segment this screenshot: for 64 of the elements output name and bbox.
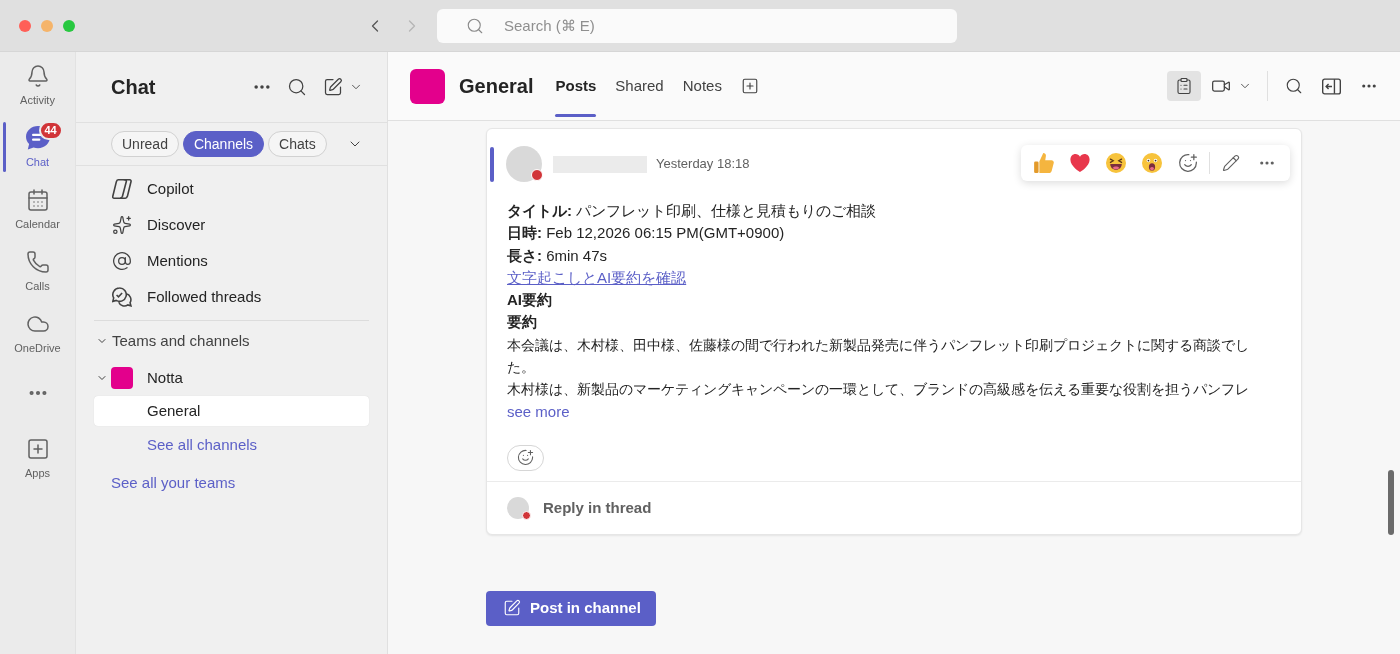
pencil-icon[interactable] bbox=[1222, 154, 1240, 172]
sidebar-nav-item[interactable]: Discover bbox=[94, 207, 369, 243]
thumbs-up-icon[interactable] bbox=[1034, 153, 1054, 173]
filter-chip[interactable]: Unread bbox=[111, 131, 179, 157]
message-text: 長さ: 6min 47s bbox=[507, 246, 608, 264]
compose-icon bbox=[503, 599, 521, 618]
message-paragraph: 木村様は、新製品のマーケティングキャンペーンの一環として、ブランドの高級感を伝える重要な役割を担うパンフレ bbox=[507, 380, 1250, 400]
at-sign-icon bbox=[112, 251, 132, 271]
chat-bubbles-check-icon bbox=[112, 287, 132, 307]
message-text: 日時: Feb 12,2026 06:15 PM(GMT+0900) bbox=[507, 224, 785, 242]
team-item[interactable]: Notta bbox=[94, 361, 369, 395]
message-accent-bar bbox=[490, 146, 494, 182]
see-all-channels-link[interactable]: See all channels bbox=[147, 433, 258, 457]
reply-in-thread-button[interactable]: Reply in thread bbox=[487, 481, 662, 534]
smiley-plus-icon bbox=[517, 449, 534, 467]
channel-tab[interactable]: Posts bbox=[555, 52, 597, 120]
transcript-link[interactable]: 文字起こしとAI要約を確認 bbox=[507, 268, 687, 286]
clipboard-button[interactable] bbox=[1167, 71, 1201, 101]
sidebar-nav-item[interactable]: Copilot bbox=[94, 171, 369, 207]
surprised-face-icon[interactable] bbox=[1142, 153, 1162, 173]
sparkles-icon bbox=[112, 215, 132, 235]
message-paragraph: 本会議は、木村様、田中様、佐藤様の間で行われた新製品発売に伴うパンフレット印刷プロジェクトに関する商談でした。 bbox=[507, 335, 1250, 378]
clipboard-icon bbox=[1175, 77, 1193, 95]
rail-nav-item[interactable]: 44 Chat bbox=[0, 116, 75, 178]
sidebar-nav-item[interactable]: Mentions bbox=[94, 243, 369, 279]
scrollbar-thumb[interactable] bbox=[1388, 470, 1394, 535]
laughing-face-icon[interactable] bbox=[1106, 153, 1126, 173]
channel-title: General bbox=[459, 74, 534, 99]
channel-tab[interactable]: Shared bbox=[615, 52, 664, 120]
sidebar-title: Chat bbox=[111, 75, 156, 100]
search-field[interactable]: Search (⌘ E) bbox=[437, 8, 957, 43]
filter-chip[interactable]: Chats bbox=[268, 131, 327, 157]
channel-avatar-icon bbox=[410, 68, 445, 104]
see-more-link[interactable]: see more bbox=[507, 402, 570, 420]
compose-icon bbox=[323, 77, 343, 97]
rail-nav-item[interactable]: Activity bbox=[0, 54, 75, 116]
rail-nav-item[interactable]: Calls bbox=[0, 240, 75, 302]
see-all-teams-link[interactable]: See all your teams bbox=[111, 471, 236, 495]
apps-nav-item[interactable]: Apps bbox=[0, 422, 75, 494]
message-text: タイトル: パンフレット印刷、仕様と見積もりのご相談 bbox=[507, 202, 877, 219]
rail-nav-item[interactable]: Calendar bbox=[0, 178, 75, 240]
search-icon[interactable] bbox=[1285, 77, 1303, 95]
plus-square-icon bbox=[25, 436, 50, 461]
section-header[interactable]: Teams and channels bbox=[94, 321, 369, 361]
new-chat-button[interactable] bbox=[323, 77, 363, 97]
post-in-channel-button[interactable]: Post in channel bbox=[486, 590, 656, 626]
calendar-icon bbox=[25, 187, 50, 212]
channel-tab[interactable]: Notes bbox=[682, 52, 722, 120]
smiley-plus-icon[interactable] bbox=[1178, 153, 1198, 173]
copilot-icon bbox=[112, 179, 132, 199]
phone-icon bbox=[25, 249, 50, 274]
section-heading: 要約 bbox=[507, 313, 537, 331]
channel-item[interactable]: General bbox=[94, 396, 369, 426]
add-tab-icon[interactable] bbox=[740, 77, 759, 95]
unread-count-badge: 44 bbox=[38, 120, 63, 140]
filter-chip[interactable]: Channels bbox=[182, 131, 265, 157]
search-icon bbox=[466, 16, 484, 35]
heart-icon[interactable] bbox=[1070, 154, 1090, 172]
search-icon[interactable] bbox=[287, 77, 307, 97]
sidebar-nav-item[interactable]: Followed threads bbox=[94, 279, 369, 315]
bell-icon bbox=[25, 63, 50, 88]
message-time: Yesterday 18:18 bbox=[656, 155, 750, 174]
section-heading: AI要約 bbox=[507, 291, 552, 309]
rail-nav-item[interactable]: OneDrive bbox=[0, 302, 75, 364]
